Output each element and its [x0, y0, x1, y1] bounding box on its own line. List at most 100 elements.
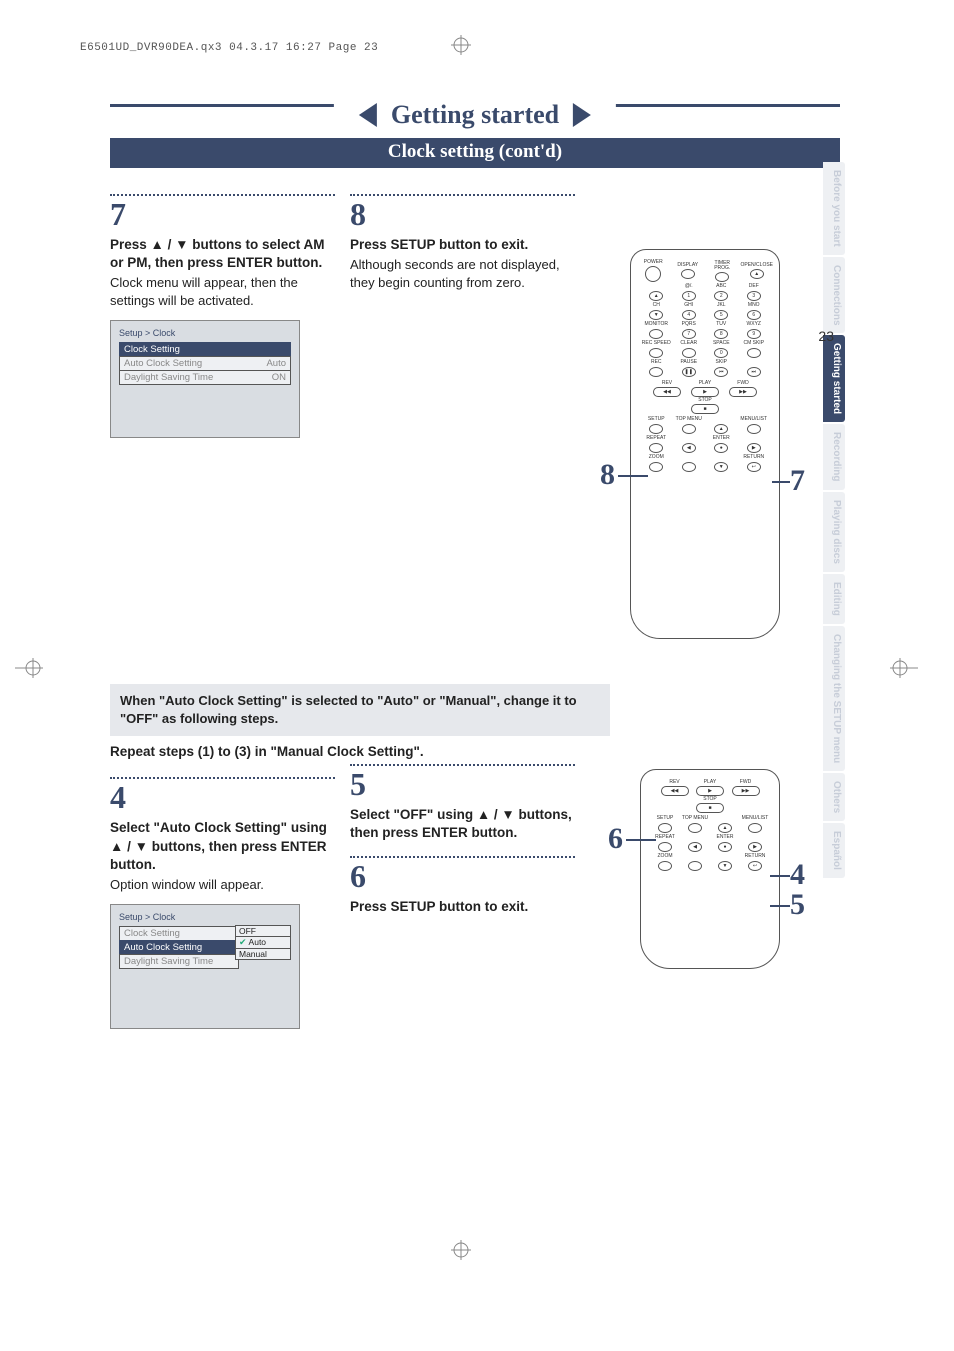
power-button-icon [645, 266, 661, 282]
chapter-banner: Getting started [110, 100, 840, 136]
step-8: 8 Press SETUP button to exit. Although s… [350, 194, 575, 291]
nav-button-icon: ▼ [714, 462, 728, 472]
nav-button-icon: ◀ [682, 443, 696, 453]
nav-button-icon [747, 424, 761, 434]
callout-line [770, 875, 790, 877]
eject-button-icon: ▲ [750, 269, 764, 279]
keypad-button-icon: ▲ [649, 291, 663, 301]
nav-button-icon [748, 823, 762, 833]
registration-mark-bottom [451, 1240, 471, 1260]
step-number: 6 [350, 860, 575, 892]
keypad-button-icon [649, 348, 663, 358]
stop-button-icon: ■ [696, 803, 724, 813]
callout-5: 5 [790, 888, 805, 922]
side-tab: Getting started [823, 335, 845, 422]
remote-illustration-1: POWER DISPLAY TIMER PROG. OPEN/CLOSE▲ ▲@… [630, 249, 780, 639]
callout-line [770, 905, 790, 907]
nav-button-icon [658, 823, 672, 833]
menu-option: Manual [235, 948, 291, 960]
rev-button-icon: ◀◀ [653, 387, 681, 397]
nav-button-icon [688, 861, 702, 871]
callout-4: 4 [790, 858, 805, 892]
nav-button-icon [658, 861, 672, 871]
section-title: Clock setting (cont'd) [110, 138, 840, 168]
registration-mark-top [451, 35, 471, 55]
nav-button-icon: ▶ [748, 842, 762, 852]
nav-button-icon: ↩ [747, 462, 761, 472]
nav-button-icon [658, 842, 672, 852]
side-tab: Español [823, 823, 845, 878]
side-tab: Editing [823, 574, 845, 624]
keypad-button-icon [649, 367, 663, 377]
nav-button-icon [688, 823, 702, 833]
step-number: 4 [110, 781, 335, 813]
registration-mark-left [15, 658, 43, 678]
menu-row: Auto Clock Setting [119, 940, 239, 955]
side-tab: Before you start [823, 162, 845, 255]
fwd-button-icon: ▶▶ [729, 387, 757, 397]
stop-button-icon: ■ [691, 404, 719, 414]
osd-menu-clock-2: Setup > Clock Clock Setting Auto Clock S… [110, 904, 300, 1029]
callout-7: 7 [790, 464, 805, 498]
keypad-button-icon: 2 [714, 291, 728, 301]
keypad-button-icon [747, 348, 761, 358]
nav-button-icon [682, 462, 696, 472]
step-instruction: Press SETUP button to exit. [350, 236, 575, 254]
keypad-button-icon: 5 [714, 310, 728, 320]
keypad-button-icon: ⏮ [714, 367, 728, 377]
nav-button-icon: ▼ [718, 861, 732, 871]
fwd-button-icon: ▶▶ [732, 786, 760, 796]
osd-menu-clock-1: Setup > Clock Clock Setting Auto Clock S… [110, 320, 300, 438]
registration-mark-right [890, 658, 918, 678]
note-text: When "Auto Clock Setting" is selected to… [120, 693, 577, 726]
nav-button-icon: ◀ [688, 842, 702, 852]
keypad-button-icon: ❚❚ [682, 367, 696, 377]
nav-button-icon: ● [714, 443, 728, 453]
display-button-icon [681, 269, 695, 279]
keypad-button-icon: 0 [714, 348, 728, 358]
menu-row: Clock Setting [119, 342, 291, 357]
nav-button-icon [649, 443, 663, 453]
step-instruction: Press SETUP button to exit. [350, 898, 575, 916]
callout-8: 8 [600, 458, 615, 492]
step-number: 5 [350, 768, 575, 800]
keypad-button-icon: 7 [682, 329, 696, 339]
keypad-button-icon: 4 [682, 310, 696, 320]
banner-arrow-left-icon [359, 103, 377, 127]
callout-line [626, 839, 656, 841]
timer-button-icon [715, 272, 729, 282]
callout-line [772, 481, 790, 483]
side-tab: Playing discs [823, 492, 845, 572]
step-description: Clock menu will appear, then the setting… [110, 274, 335, 309]
step-7: 7 Press ▲ / ▼ buttons to select AM or PM… [110, 194, 335, 438]
step-description: Option window will appear. [110, 876, 335, 894]
side-tab: Recording [823, 424, 845, 489]
print-header: E6501UD_DVR90DEA.qx3 04.3.17 16:27 Page … [80, 42, 378, 54]
nav-button-icon [649, 424, 663, 434]
keypad-button-icon: 3 [747, 291, 761, 301]
keypad-button-icon [682, 348, 696, 358]
repeat-steps-text: Repeat steps (1) to (3) in "Manual Clock… [110, 744, 610, 759]
remote-illustration-2: REV◀◀ PLAY▶STOP■ FWD▶▶ SETUPTOP MENU▲MEN… [640, 769, 780, 969]
nav-button-icon [649, 462, 663, 472]
menu-row: Daylight Saving TimeON [119, 370, 291, 385]
chapter-title: Getting started [391, 100, 559, 130]
nav-button-icon: ● [718, 842, 732, 852]
nav-button-icon: ▲ [718, 823, 732, 833]
play-button-icon: ▶ [691, 387, 719, 397]
keypad-button-icon: ▼ [649, 310, 663, 320]
nav-button-icon: ↩ [748, 861, 762, 871]
rev-button-icon: ◀◀ [661, 786, 689, 796]
side-tab: Changing the SETUP menu [823, 626, 845, 771]
keypad-button-icon: 1 [682, 291, 696, 301]
step-number: 8 [350, 198, 575, 230]
nav-button-icon: ▲ [714, 424, 728, 434]
keypad-button-icon: ⏭ [747, 367, 761, 377]
menu-row: Clock Setting [119, 926, 239, 941]
menu-breadcrumb: Setup > Clock [119, 912, 291, 922]
menu-row: Daylight Saving Time [119, 954, 239, 969]
step-instruction: Select "OFF" using ▲ / ▼ buttons, then p… [350, 806, 575, 842]
callout-6: 6 [608, 822, 623, 856]
nav-button-icon [682, 424, 696, 434]
menu-row: Auto Clock SettingAuto [119, 356, 291, 371]
